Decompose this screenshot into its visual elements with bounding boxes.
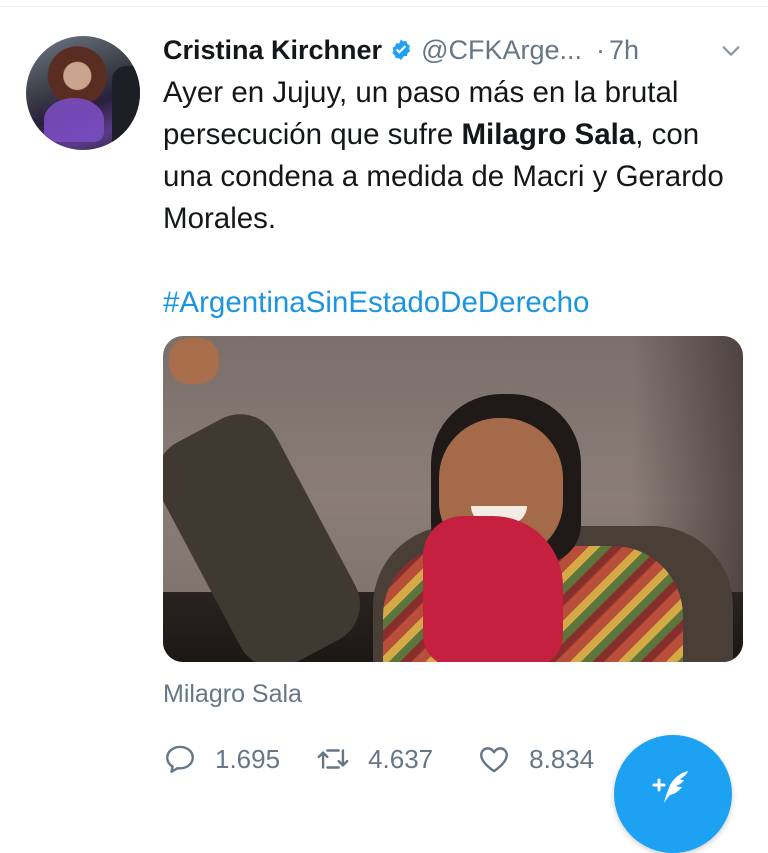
tweet-header: Cristina Kirchner @CFKArge... · 7h xyxy=(163,30,639,70)
media-caption: Milagro Sala xyxy=(163,680,302,708)
tweet-media-image[interactable] xyxy=(163,336,743,662)
author-name[interactable]: Cristina Kirchner xyxy=(163,35,382,66)
avatar-detail xyxy=(44,98,104,142)
photo-detail xyxy=(169,338,219,384)
like-count: 8.834 xyxy=(529,743,595,774)
verified-badge-icon xyxy=(392,39,411,60)
mentioned-name: Milagro Sala xyxy=(461,118,636,151)
top-divider xyxy=(0,6,768,7)
chevron-down-icon[interactable] xyxy=(720,40,742,62)
tweet-actions: 1.695 4.637 8.834 xyxy=(163,742,594,776)
reply-button[interactable]: 1.695 xyxy=(163,742,280,776)
like-button[interactable]: 8.834 xyxy=(477,742,594,776)
compose-tweet-button[interactable] xyxy=(614,735,732,853)
separator-dot: · xyxy=(596,34,606,65)
tweet-timestamp[interactable]: 7h xyxy=(609,35,639,66)
photo-detail xyxy=(423,516,563,662)
heart-icon xyxy=(480,747,509,773)
retweet-icon xyxy=(317,749,349,769)
compose-tweet-icon xyxy=(652,771,688,803)
hashtag-link[interactable]: #ArgentinaSinEstadoDeDerecho xyxy=(163,282,589,324)
retweet-button[interactable]: 4.637 xyxy=(316,742,433,776)
tweet-text: Ayer en Jujuy, un paso más en la brutal … xyxy=(163,72,743,240)
reply-icon xyxy=(166,745,194,773)
avatar-detail xyxy=(112,66,140,150)
author-handle[interactable]: @CFKArge... xyxy=(421,35,582,66)
reply-count: 1.695 xyxy=(215,743,281,774)
author-avatar[interactable] xyxy=(26,36,140,150)
retweet-count: 4.637 xyxy=(368,743,434,774)
